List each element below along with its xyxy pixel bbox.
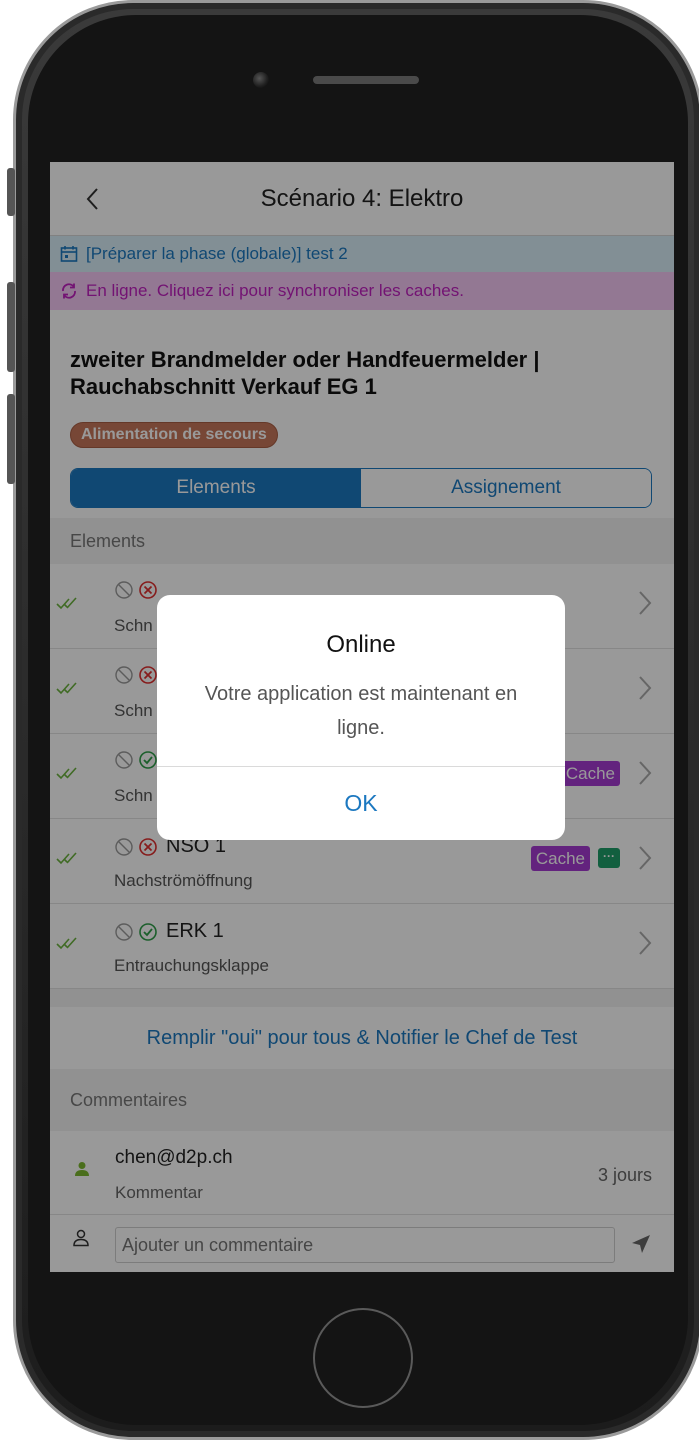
dialog-ok-button[interactable]: OK	[157, 766, 565, 840]
earpiece-speaker	[313, 76, 419, 84]
app-screen: Scénario 4: Elektro [Préparer la phase (…	[50, 162, 674, 1272]
online-alert-dialog: Online Votre application est maintenant …	[157, 595, 565, 840]
dialog-title: Online	[326, 631, 396, 658]
mute-switch	[7, 168, 15, 216]
volume-up-button	[7, 282, 15, 372]
volume-down-button	[7, 394, 15, 484]
front-camera	[253, 72, 269, 88]
home-button[interactable]	[313, 1308, 413, 1408]
dialog-message: Votre application est maintenant en lign…	[204, 683, 518, 739]
